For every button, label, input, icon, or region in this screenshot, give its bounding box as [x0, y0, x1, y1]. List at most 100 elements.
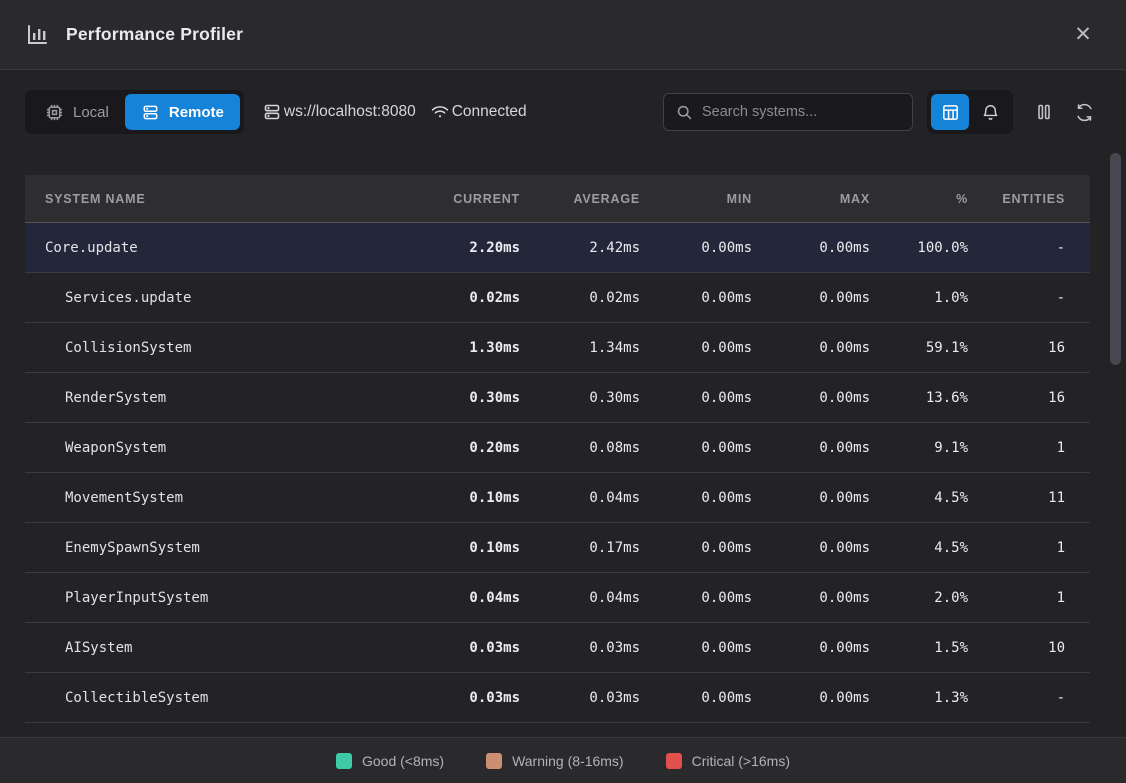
percent-cell: 9.1%	[870, 440, 968, 456]
column-header-min[interactable]: MIN	[640, 192, 752, 206]
table-view-icon	[941, 103, 960, 122]
pause-button[interactable]	[1027, 94, 1061, 130]
max-ms-cell: 0.00ms	[752, 340, 870, 356]
pause-icon	[1036, 103, 1052, 121]
table-row[interactable]: Services.update 0.02ms 0.02ms 0.00ms 0.0…	[25, 273, 1090, 323]
column-header-current[interactable]: CURRENT	[380, 192, 520, 206]
system-name-cell: CollectibleSystem	[25, 690, 380, 706]
current-ms-cell: 0.03ms	[380, 640, 520, 656]
current-ms-cell: 0.10ms	[380, 490, 520, 506]
search-input[interactable]	[702, 104, 900, 120]
max-ms-cell: 0.00ms	[752, 690, 870, 706]
percent-cell: 1.5%	[870, 640, 968, 656]
current-ms-cell: 0.20ms	[380, 440, 520, 456]
table-row[interactable]: WeaponSystem 0.20ms 0.08ms 0.00ms 0.00ms…	[25, 423, 1090, 473]
search-box	[663, 93, 913, 131]
table-header-row: SYSTEM NAME CURRENT AVERAGE MIN MAX % EN…	[25, 175, 1090, 223]
system-name-cell: AISystem	[25, 640, 380, 656]
column-header-entities[interactable]: ENTITIES	[968, 192, 1065, 206]
entities-cell: 1	[968, 590, 1065, 606]
max-ms-cell: 0.00ms	[752, 390, 870, 406]
local-button[interactable]: Local	[29, 94, 125, 130]
average-ms-cell: 0.04ms	[520, 590, 640, 606]
system-name-cell: MovementSystem	[25, 490, 380, 506]
average-ms-cell: 0.03ms	[520, 640, 640, 656]
server-icon	[141, 103, 160, 122]
average-ms-cell: 1.34ms	[520, 340, 640, 356]
min-ms-cell: 0.00ms	[640, 340, 752, 356]
max-ms-cell: 0.00ms	[752, 590, 870, 606]
entities-cell: 11	[968, 490, 1065, 506]
vertical-scrollbar-thumb[interactable]	[1110, 153, 1121, 365]
legend-footer: Good (<8ms) Warning (8-16ms) Critical (>…	[0, 737, 1126, 783]
notifications-button[interactable]	[971, 94, 1009, 130]
current-ms-cell: 0.30ms	[380, 390, 520, 406]
local-button-label: Local	[73, 104, 109, 121]
max-ms-cell: 0.00ms	[752, 640, 870, 656]
current-ms-cell: 0.02ms	[380, 290, 520, 306]
column-header-system-name[interactable]: SYSTEM NAME	[25, 192, 380, 206]
vertical-scrollbar-track[interactable]	[1109, 148, 1122, 737]
critical-swatch-icon	[666, 753, 682, 769]
system-name-cell: Core.update	[25, 240, 380, 256]
column-header-percent[interactable]: %	[870, 192, 968, 206]
entities-cell: 1	[968, 540, 1065, 556]
percent-cell: 59.1%	[870, 340, 968, 356]
table-row[interactable]: MovementSystem 0.10ms 0.04ms 0.00ms 0.00…	[25, 473, 1090, 523]
current-ms-cell: 0.10ms	[380, 540, 520, 556]
percent-cell: 100.0%	[870, 240, 968, 256]
system-name-cell: Services.update	[25, 290, 380, 306]
table-row[interactable]: CollisionSystem 1.30ms 1.34ms 0.00ms 0.0…	[25, 323, 1090, 373]
entities-cell: 10	[968, 640, 1065, 656]
page-title: Performance Profiler	[66, 24, 243, 45]
connection-status: Connected	[430, 102, 527, 122]
average-ms-cell: 0.04ms	[520, 490, 640, 506]
refresh-button[interactable]	[1067, 94, 1101, 130]
table-row[interactable]: Core.update 2.20ms 2.42ms 0.00ms 0.00ms …	[25, 223, 1090, 273]
endpoint-url: ws://localhost:8080	[284, 103, 416, 121]
table-view-button[interactable]	[931, 94, 969, 130]
column-header-max[interactable]: MAX	[752, 192, 870, 206]
endpoint-status: ws://localhost:8080	[262, 102, 416, 122]
average-ms-cell: 0.08ms	[520, 440, 640, 456]
min-ms-cell: 0.00ms	[640, 290, 752, 306]
connection-status-label: Connected	[452, 103, 527, 121]
min-ms-cell: 0.00ms	[640, 490, 752, 506]
percent-cell: 13.6%	[870, 390, 968, 406]
table-row[interactable]: EnemySpawnSystem 0.10ms 0.17ms 0.00ms 0.…	[25, 523, 1090, 573]
source-toggle-group: Local Remote	[25, 90, 244, 134]
system-name-cell: CollisionSystem	[25, 340, 380, 356]
entities-cell: -	[968, 290, 1065, 306]
legend-warning-label: Warning (8-16ms)	[512, 753, 624, 769]
remote-button[interactable]: Remote	[125, 94, 240, 130]
table-row[interactable]: AISystem 0.03ms 0.03ms 0.00ms 0.00ms 1.5…	[25, 623, 1090, 673]
column-header-average[interactable]: AVERAGE	[520, 192, 640, 206]
refresh-icon	[1075, 103, 1094, 122]
entities-cell: 1	[968, 440, 1065, 456]
entities-cell: -	[968, 690, 1065, 706]
remote-button-label: Remote	[169, 104, 224, 121]
max-ms-cell: 0.00ms	[752, 540, 870, 556]
min-ms-cell: 0.00ms	[640, 690, 752, 706]
average-ms-cell: 0.03ms	[520, 690, 640, 706]
max-ms-cell: 0.00ms	[752, 290, 870, 306]
system-name-cell: RenderSystem	[25, 390, 380, 406]
table-row[interactable]: PlayerInputSystem 0.04ms 0.04ms 0.00ms 0…	[25, 573, 1090, 623]
cpu-chip-icon	[45, 103, 64, 122]
table-row[interactable]: CollectibleSystem 0.03ms 0.03ms 0.00ms 0…	[25, 673, 1090, 723]
entities-cell: 16	[968, 340, 1065, 356]
average-ms-cell: 0.02ms	[520, 290, 640, 306]
warning-swatch-icon	[486, 753, 502, 769]
percent-cell: 1.0%	[870, 290, 968, 306]
bar-chart-icon	[25, 22, 51, 48]
systems-table: SYSTEM NAME CURRENT AVERAGE MIN MAX % EN…	[25, 175, 1090, 737]
percent-cell: 4.5%	[870, 490, 968, 506]
legend-item-critical: Critical (>16ms)	[666, 753, 790, 769]
current-ms-cell: 0.04ms	[380, 590, 520, 606]
max-ms-cell: 0.00ms	[752, 240, 870, 256]
good-swatch-icon	[336, 753, 352, 769]
percent-cell: 2.0%	[870, 590, 968, 606]
bell-icon	[981, 103, 1000, 122]
table-row[interactable]: RenderSystem 0.30ms 0.30ms 0.00ms 0.00ms…	[25, 373, 1090, 423]
close-button[interactable]: ✕	[1068, 20, 1098, 50]
